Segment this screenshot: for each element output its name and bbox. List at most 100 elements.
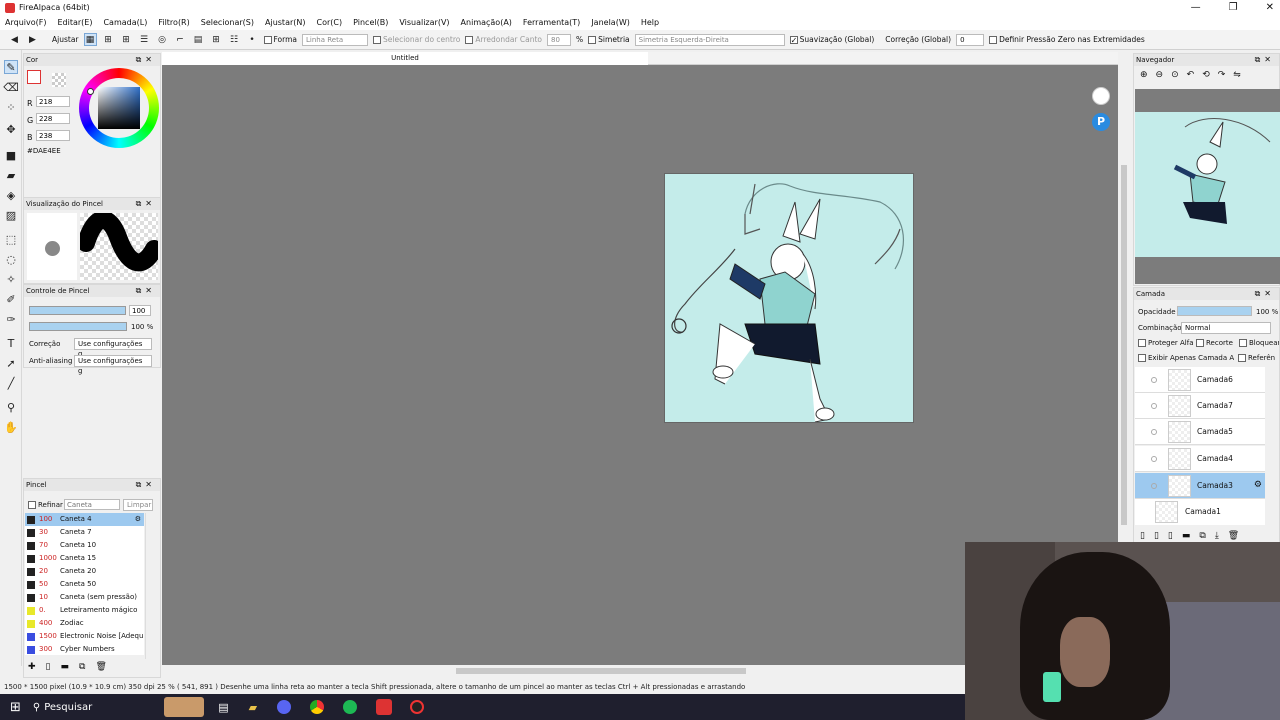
- rotate-reset-icon[interactable]: ⟲: [1202, 70, 1210, 80]
- layer-settings-icon[interactable]: ⚙: [1254, 480, 1262, 490]
- menu-pincel[interactable]: Pincel(B): [353, 18, 388, 27]
- brush-list-scrollbar[interactable]: [145, 513, 155, 659]
- brush-item[interactable]: 30 Caneta 7: [25, 526, 144, 539]
- new-brush-icon[interactable]: ▯: [46, 662, 51, 672]
- new-1bit-layer-icon[interactable]: ▯: [1168, 531, 1173, 541]
- layer-row[interactable]: Camada1: [1135, 499, 1265, 525]
- brush-item[interactable]: 20 Caneta 20: [25, 565, 144, 578]
- menu-ajustar[interactable]: Ajustar(N): [265, 18, 306, 27]
- shape-curve-icon[interactable]: ⌐: [174, 33, 187, 46]
- brush-item[interactable]: 50 Caneta 50: [25, 578, 144, 591]
- layer-row[interactable]: Camada7: [1135, 393, 1265, 419]
- navigator-preview[interactable]: [1135, 89, 1280, 284]
- layer-row[interactable]: Camada4: [1135, 446, 1265, 472]
- shape-perspective-icon[interactable]: ▤: [192, 33, 205, 46]
- preview-float-icon[interactable]: ⧉: [136, 199, 146, 208]
- simetria-dropdown[interactable]: Simetria Esquerda-Direita: [634, 33, 785, 46]
- recorte-checkbox[interactable]: Recorte: [1196, 339, 1233, 347]
- maximize-button[interactable]: ❐: [1229, 0, 1238, 15]
- shape-cross-icon[interactable]: ⊞: [120, 33, 133, 46]
- taskbar-search[interactable]: Pesquisar: [44, 702, 164, 713]
- canvas-vscroll-thumb[interactable]: [1121, 165, 1127, 525]
- windows-start-icon[interactable]: ⊞: [10, 700, 21, 715]
- text-tool-icon[interactable]: T: [4, 336, 18, 350]
- delete-layer-icon[interactable]: 🗑: [1228, 531, 1239, 541]
- zoom-out-icon[interactable]: ⊖: [1156, 70, 1164, 80]
- layer-float-icon[interactable]: ⧉: [1255, 289, 1265, 298]
- minimize-button[interactable]: —: [1191, 0, 1201, 15]
- task-view-icon[interactable]: ▤: [218, 701, 228, 714]
- menu-help[interactable]: Help: [641, 18, 659, 27]
- menu-filtro[interactable]: Filtro(R): [158, 18, 189, 27]
- select-rect-icon[interactable]: ⬚: [4, 232, 18, 246]
- blend-dropdown[interactable]: Normal: [1181, 322, 1271, 334]
- fill-rect-tool-icon[interactable]: ■: [4, 148, 18, 162]
- primary-color-swatch[interactable]: [27, 70, 41, 84]
- close-button[interactable]: ✕: [1266, 0, 1274, 15]
- exibir-checkbox[interactable]: Exibir Apenas Camada Atu: [1138, 354, 1234, 362]
- brush-item[interactable]: 0.Letreiramento mágico fi: [25, 604, 144, 627]
- add-brush-icon[interactable]: ✚: [28, 662, 36, 672]
- lasso-tool-icon[interactable]: ◌: [4, 252, 18, 266]
- eraser-tool-icon[interactable]: ⌫: [3, 80, 19, 94]
- shape-grid-icon[interactable]: ⊞: [102, 33, 115, 46]
- patreon-icon[interactable]: P: [1092, 113, 1110, 131]
- g-input[interactable]: [36, 113, 70, 124]
- aa-dropdown[interactable]: Use configurações g: [74, 355, 152, 375]
- hue-handle[interactable]: [87, 88, 94, 95]
- sv-square[interactable]: [98, 87, 140, 129]
- brush-settings-icon[interactable]: ⚙: [135, 513, 141, 526]
- simetria-checkbox[interactable]: Simetria: [588, 35, 630, 44]
- zoom-in-icon[interactable]: ⊕: [1140, 70, 1148, 80]
- dot-icon[interactable]: •: [246, 33, 259, 46]
- document-tab[interactable]: Untitled: [162, 52, 648, 65]
- canvas-hscroll-thumb[interactable]: [456, 668, 746, 674]
- new-layer-icon[interactable]: ▯: [1140, 531, 1145, 541]
- nav-close-icon[interactable]: ✕: [1264, 55, 1275, 64]
- visibility-icon[interactable]: [1151, 377, 1157, 383]
- shape-lines-icon[interactable]: ☰: [138, 33, 151, 46]
- rotate-right-icon[interactable]: ↷: [1218, 70, 1226, 80]
- brush-item[interactable]: 1500 Electronic Noise [Adequ: [25, 630, 144, 643]
- menu-arquivo[interactable]: Arquivo(F): [5, 18, 46, 27]
- shape-rect-icon[interactable]: ▦: [83, 33, 97, 46]
- search-icon[interactable]: ⚲: [33, 702, 40, 713]
- eyedropper-icon[interactable]: ⚲: [4, 400, 18, 414]
- layer-row[interactable]: Camada5: [1135, 419, 1265, 445]
- discord-icon[interactable]: [277, 700, 292, 714]
- refinar-checkbox[interactable]: Refinar: [28, 501, 63, 509]
- pressao-checkbox[interactable]: Definir Pressão Zero nas Extremidades: [989, 35, 1145, 44]
- duplicate-layer-icon[interactable]: ⧉: [1199, 531, 1205, 541]
- brush-item[interactable]: 10 Caneta (sem pressão): [25, 591, 144, 604]
- opacity-slider[interactable]: [29, 322, 127, 331]
- forma-checkbox[interactable]: Forma: [263, 35, 297, 44]
- shape-stack-icon[interactable]: ☷: [228, 33, 241, 46]
- gradient-tool-icon[interactable]: ▨: [4, 208, 18, 222]
- firealpaca-taskbar-icon[interactable]: [376, 699, 393, 715]
- brush-item[interactable]: 70 Caneta 10: [25, 539, 144, 552]
- menu-editar[interactable]: Editar(E): [57, 18, 92, 27]
- b-input[interactable]: [36, 130, 70, 141]
- obs-icon[interactable]: [410, 700, 425, 714]
- secondary-color-swatch[interactable]: [52, 73, 66, 87]
- flip-icon[interactable]: ⇋: [1233, 70, 1241, 80]
- select-eraser-icon[interactable]: ✑: [4, 312, 18, 326]
- shape-mesh-icon[interactable]: ⊞: [210, 33, 223, 46]
- color-float-icon[interactable]: ⧉: [136, 55, 146, 64]
- brush-tool-icon[interactable]: ✎: [4, 60, 18, 74]
- chrome-icon[interactable]: [310, 700, 325, 714]
- layer-row[interactable]: Camada3 ⚙: [1135, 473, 1265, 499]
- duplicate-icon[interactable]: ⧉: [79, 662, 85, 672]
- visibility-icon[interactable]: [1151, 483, 1157, 489]
- file-explorer-icon[interactable]: ▰: [249, 701, 257, 714]
- preview-close-icon[interactable]: ✕: [145, 199, 156, 208]
- r-input[interactable]: [36, 96, 70, 107]
- nav-float-icon[interactable]: ⧉: [1255, 55, 1265, 64]
- brush-search-input[interactable]: [64, 499, 120, 510]
- layer-scrollbar[interactable]: [1269, 368, 1279, 526]
- bucket-tool-icon[interactable]: ◈: [4, 188, 18, 202]
- menu-selecionar[interactable]: Selecionar(S): [201, 18, 254, 27]
- brush-float-icon[interactable]: ⧉: [136, 480, 146, 489]
- brush-item[interactable]: 400 Zodiac: [25, 617, 144, 630]
- forma-dropdown[interactable]: Linha Reta: [302, 33, 368, 46]
